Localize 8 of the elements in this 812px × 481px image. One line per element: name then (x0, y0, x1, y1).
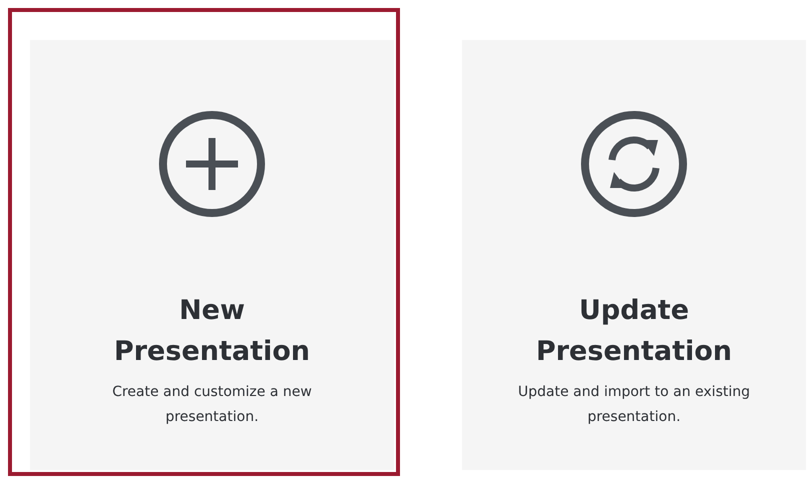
option-card[interactable]: New Presentation Create and customize a new presentation. (30, 40, 394, 470)
card-title: Update Presentation (534, 294, 734, 369)
option-card[interactable]: Update Presentation Update and import to an existing presentation. (462, 40, 806, 470)
card-description: Create and customize a new presentation. (111, 383, 313, 427)
card-description: Update and import to an existing presentation. (517, 383, 751, 427)
refresh-icon (580, 110, 688, 218)
card-title: New Presentation (112, 294, 312, 369)
plus-icon (158, 110, 266, 218)
